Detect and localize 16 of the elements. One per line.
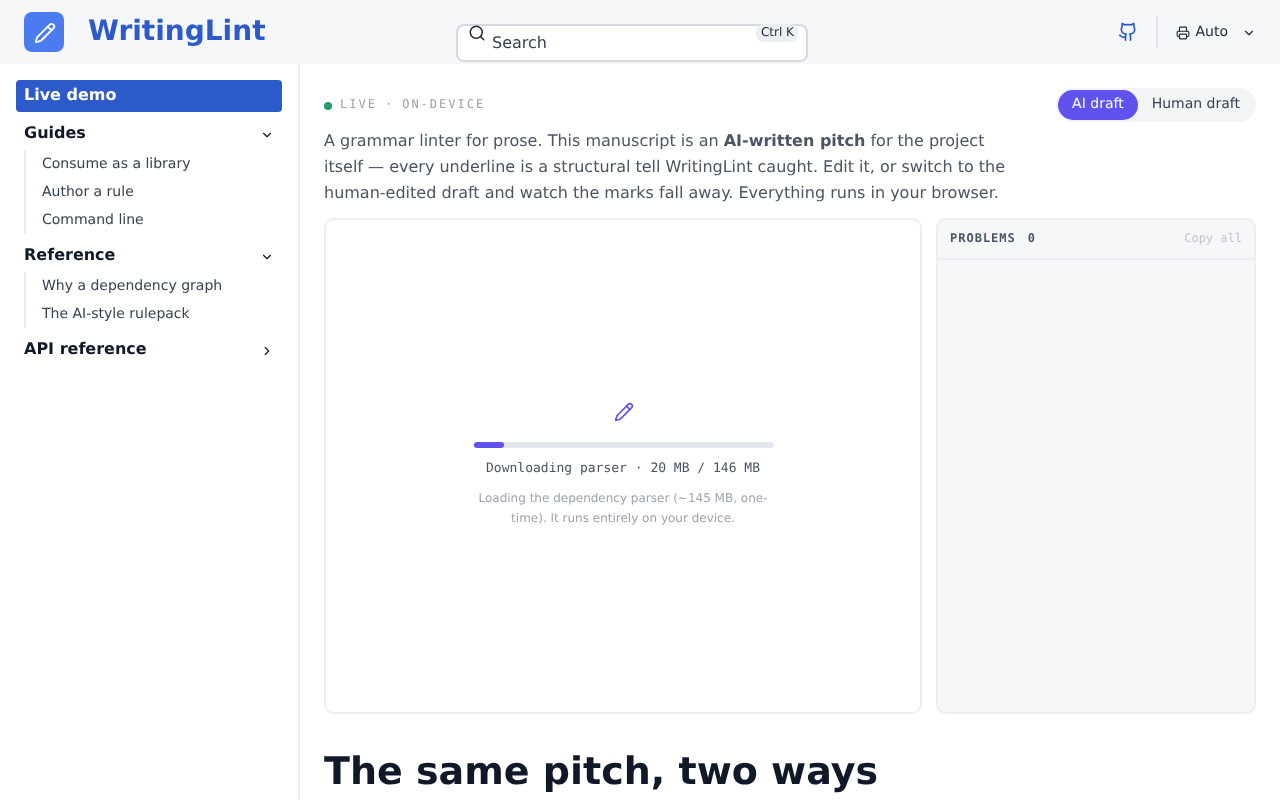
intro-paragraph: A grammar linter for prose. This manuscript is an AI-written pitch for the project itself — every underline is a structural tell WritingLint caught. Edit it, or switch to the human-edited draft and watch the marks fall away. Everything runs in your browser. — [324, 130, 1008, 206]
github-icon[interactable] — [1117, 22, 1138, 42]
chevron-down-icon — [1242, 25, 1256, 39]
sidebar-section[interactable]: Reference — [16, 240, 282, 272]
sidebar-section[interactable]: API reference — [16, 334, 282, 366]
sidebar-section[interactable]: Live demo — [16, 80, 282, 112]
sidebar-section[interactable]: Guides — [16, 118, 282, 150]
chevron-down-icon — [260, 127, 274, 141]
chevron-down-icon — [260, 249, 274, 263]
pencil-icon — [613, 401, 633, 422]
chevron-right-icon — [260, 343, 274, 357]
section-heading: The same pitch, two ways — [324, 750, 881, 794]
search-icon — [468, 23, 486, 41]
brand-title[interactable]: WritingLint — [88, 11, 428, 53]
printer-icon — [1175, 25, 1190, 39]
logo-icon[interactable] — [24, 12, 64, 52]
